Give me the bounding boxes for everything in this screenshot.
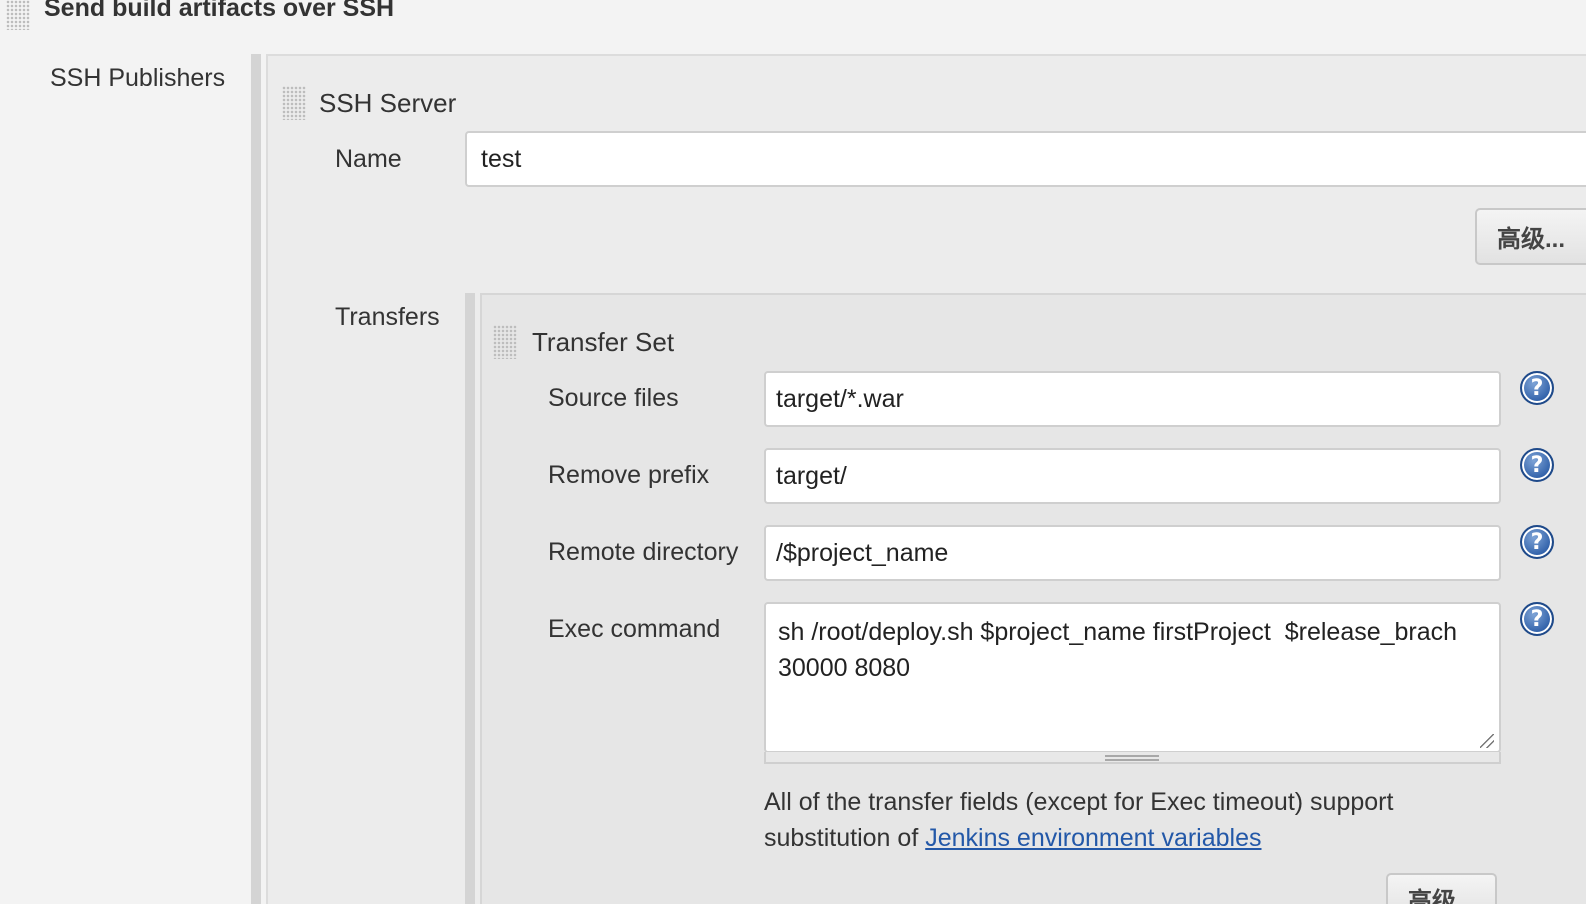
textarea-resize-corner-icon[interactable]	[1480, 734, 1494, 748]
help-icon[interactable]: ?	[1520, 448, 1554, 482]
remove-prefix-input[interactable]	[764, 448, 1501, 504]
remove-prefix-label: Remove prefix	[548, 461, 710, 489]
substitution-note: All of the transfer fields (except for E…	[764, 784, 1504, 856]
publisher-rail	[251, 54, 261, 904]
drag-handle-icon[interactable]	[6, 0, 30, 30]
jenkins-env-vars-link[interactable]: Jenkins environment variables	[925, 824, 1261, 852]
transfer-advanced-button[interactable]: 高级...	[1386, 873, 1497, 904]
source-files-input[interactable]	[764, 371, 1501, 427]
server-name-input[interactable]	[465, 131, 1586, 187]
transfers-rail	[465, 293, 475, 904]
exec-command-label: Exec command	[548, 615, 721, 643]
name-label: Name	[335, 145, 402, 173]
drag-handle-icon[interactable]	[282, 86, 306, 120]
transfer-set-heading: Transfer Set	[532, 327, 675, 357]
drag-handle-icon[interactable]	[493, 325, 517, 359]
resize-grip-icon[interactable]	[1105, 755, 1159, 761]
help-icon[interactable]: ?	[1520, 602, 1554, 636]
exec-command-textarea[interactable]: sh /root/deploy.sh $project_name firstPr…	[764, 602, 1501, 753]
ssh-server-heading: SSH Server	[319, 88, 457, 118]
help-icon[interactable]: ?	[1520, 525, 1554, 559]
section-title: Send build artifacts over SSH	[44, 0, 395, 22]
help-icon[interactable]: ?	[1520, 371, 1554, 405]
remote-directory-input[interactable]	[764, 525, 1501, 581]
ssh-publishers-label: SSH Publishers	[50, 64, 226, 92]
transfers-label: Transfers	[335, 303, 440, 331]
server-advanced-button[interactable]: 高级...	[1475, 208, 1586, 265]
source-files-label: Source files	[548, 384, 679, 412]
remote-directory-label: Remote directory	[548, 538, 739, 566]
